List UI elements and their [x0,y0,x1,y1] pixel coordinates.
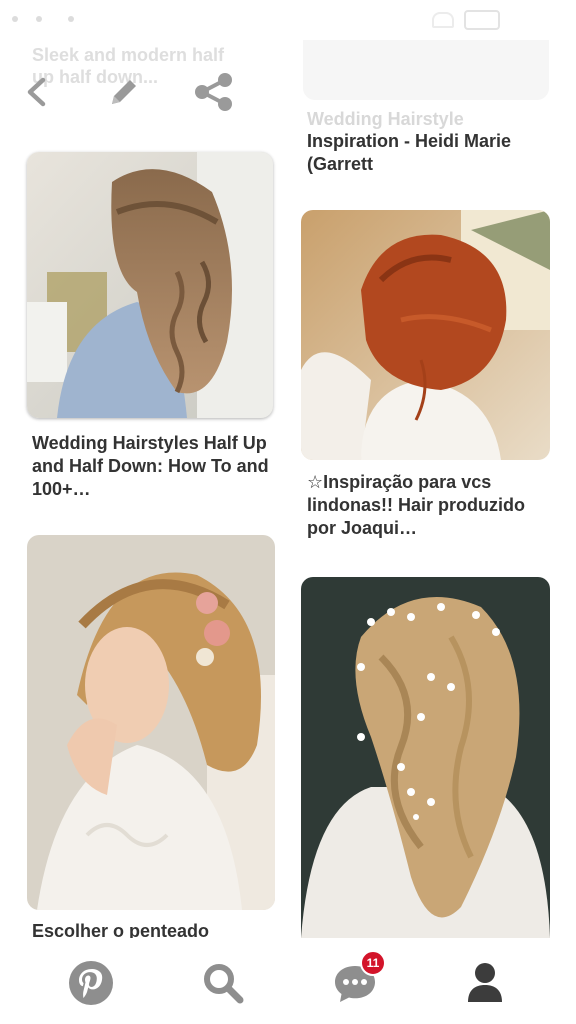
hairstyle-photo [27,152,273,418]
nav-search-button[interactable] [198,958,248,1008]
pin-image[interactable] [27,535,275,910]
status-dot [68,16,74,22]
nav-home-button[interactable] [66,958,116,1008]
back-button[interactable] [18,72,58,112]
notification-badge: 11 [360,950,386,976]
pin-title[interactable]: Wedding Hairstyles Half Up and Half Down… [32,432,272,501]
hairstyle-photo [301,577,550,938]
pin-image[interactable] [27,152,273,418]
share-button[interactable] [192,72,232,112]
status-dot [12,16,18,22]
bottom-navigation [0,938,576,1024]
battery-icon [464,10,500,30]
wifi-icon [432,12,454,28]
pin-image[interactable] [301,210,550,460]
chevron-left-icon [27,77,46,107]
search-icon [204,964,244,1004]
pin-title[interactable]: ☆Inspiração para vcs lindonas!! Hair pro… [307,471,547,540]
previous-pin-image [303,40,549,100]
hairstyle-photo [27,535,275,910]
pencil-icon [112,80,136,104]
hairstyle-photo [301,210,550,460]
pin-image[interactable] [301,577,550,938]
edit-button[interactable] [104,72,144,112]
share-icon [195,73,232,111]
status-bar [0,0,576,40]
nav-profile-button[interactable] [460,958,510,1008]
status-dot [36,16,42,22]
person-icon [468,963,502,1002]
pinterest-logo-icon [69,961,113,1005]
pin-title[interactable]: Inspiration - Heidi Marie (Garrett [307,130,547,176]
